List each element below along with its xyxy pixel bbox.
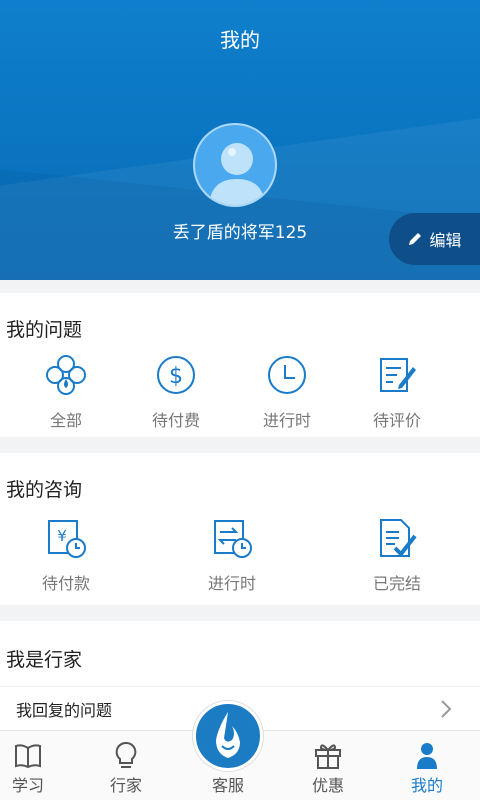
gift-icon (315, 744, 341, 769)
questions-pending-review[interactable]: 待评价 (342, 353, 452, 431)
horse-logo-icon (216, 712, 240, 758)
edit-note-icon (380, 358, 416, 392)
item-label: 全部 (49, 411, 82, 430)
edit-label: 编辑 (429, 231, 462, 250)
clover-icon (46, 355, 86, 395)
customer-service-button[interactable] (193, 701, 263, 771)
tab-label: 我的 (410, 776, 443, 795)
item-label: 进行时 (262, 411, 311, 430)
tab-offers[interactable]: 优惠 (288, 740, 368, 796)
item-label: 待评价 (372, 411, 421, 430)
tab-experts[interactable]: 行家 (86, 740, 166, 796)
consult-completed[interactable]: 已完结 (342, 516, 452, 594)
my-questions-section: 我的问题 全部 $ 待付费 进行时 待评价 (0, 293, 480, 437)
tab-customer-service[interactable]: 客服 (188, 772, 268, 796)
clock-icon (268, 356, 306, 394)
item-label: 已完结 (372, 574, 421, 593)
person-avatar-icon (209, 143, 265, 205)
expert-section: 我是行家 (0, 621, 480, 686)
item-label: 待付费 (151, 411, 200, 430)
questions-pending-payment[interactable]: $ 待付费 (121, 353, 231, 431)
my-consultations-section: 我的咨询 ¥ 待付款 进行时 已完结 (0, 453, 480, 605)
section-title: 我是行家 (6, 649, 83, 671)
questions-all[interactable]: 全部 (11, 353, 121, 431)
avatar[interactable] (193, 123, 277, 207)
tab-label: 行家 (109, 776, 142, 795)
tab-study[interactable]: 学习 (0, 740, 68, 796)
book-icon (15, 744, 41, 769)
yuan-clock-icon: ¥ (48, 520, 86, 558)
tab-label: 学习 (11, 776, 44, 795)
tab-label: 优惠 (311, 776, 344, 795)
svg-text:¥: ¥ (57, 527, 67, 545)
chevron-right-icon (441, 700, 452, 718)
section-title: 我的问题 (6, 319, 83, 341)
profile-header: 我的 丢了盾的将军125 编辑 (0, 0, 480, 280)
person-icon (417, 743, 437, 769)
edit-profile-button[interactable]: 编辑 (389, 213, 480, 265)
document-check-icon (380, 519, 417, 558)
lightbulb-icon (115, 741, 137, 768)
exchange-clock-icon (214, 520, 252, 558)
pencil-icon (409, 233, 422, 245)
dollar-circle-icon: $ (157, 356, 195, 394)
item-label: 进行时 (207, 574, 256, 593)
tab-mine[interactable]: 我的 (387, 740, 467, 796)
section-title: 我的咨询 (6, 479, 83, 501)
tab-label: 客服 (211, 776, 244, 795)
consult-pending-payment[interactable]: ¥ 待付款 (11, 516, 121, 594)
consult-in-progress[interactable]: 进行时 (177, 516, 287, 594)
questions-in-progress[interactable]: 进行时 (232, 353, 342, 431)
row-label: 我回复的问题 (16, 701, 113, 720)
svg-text:$: $ (169, 364, 183, 389)
item-label: 待付款 (41, 574, 90, 593)
page-title: 我的 (220, 28, 260, 52)
